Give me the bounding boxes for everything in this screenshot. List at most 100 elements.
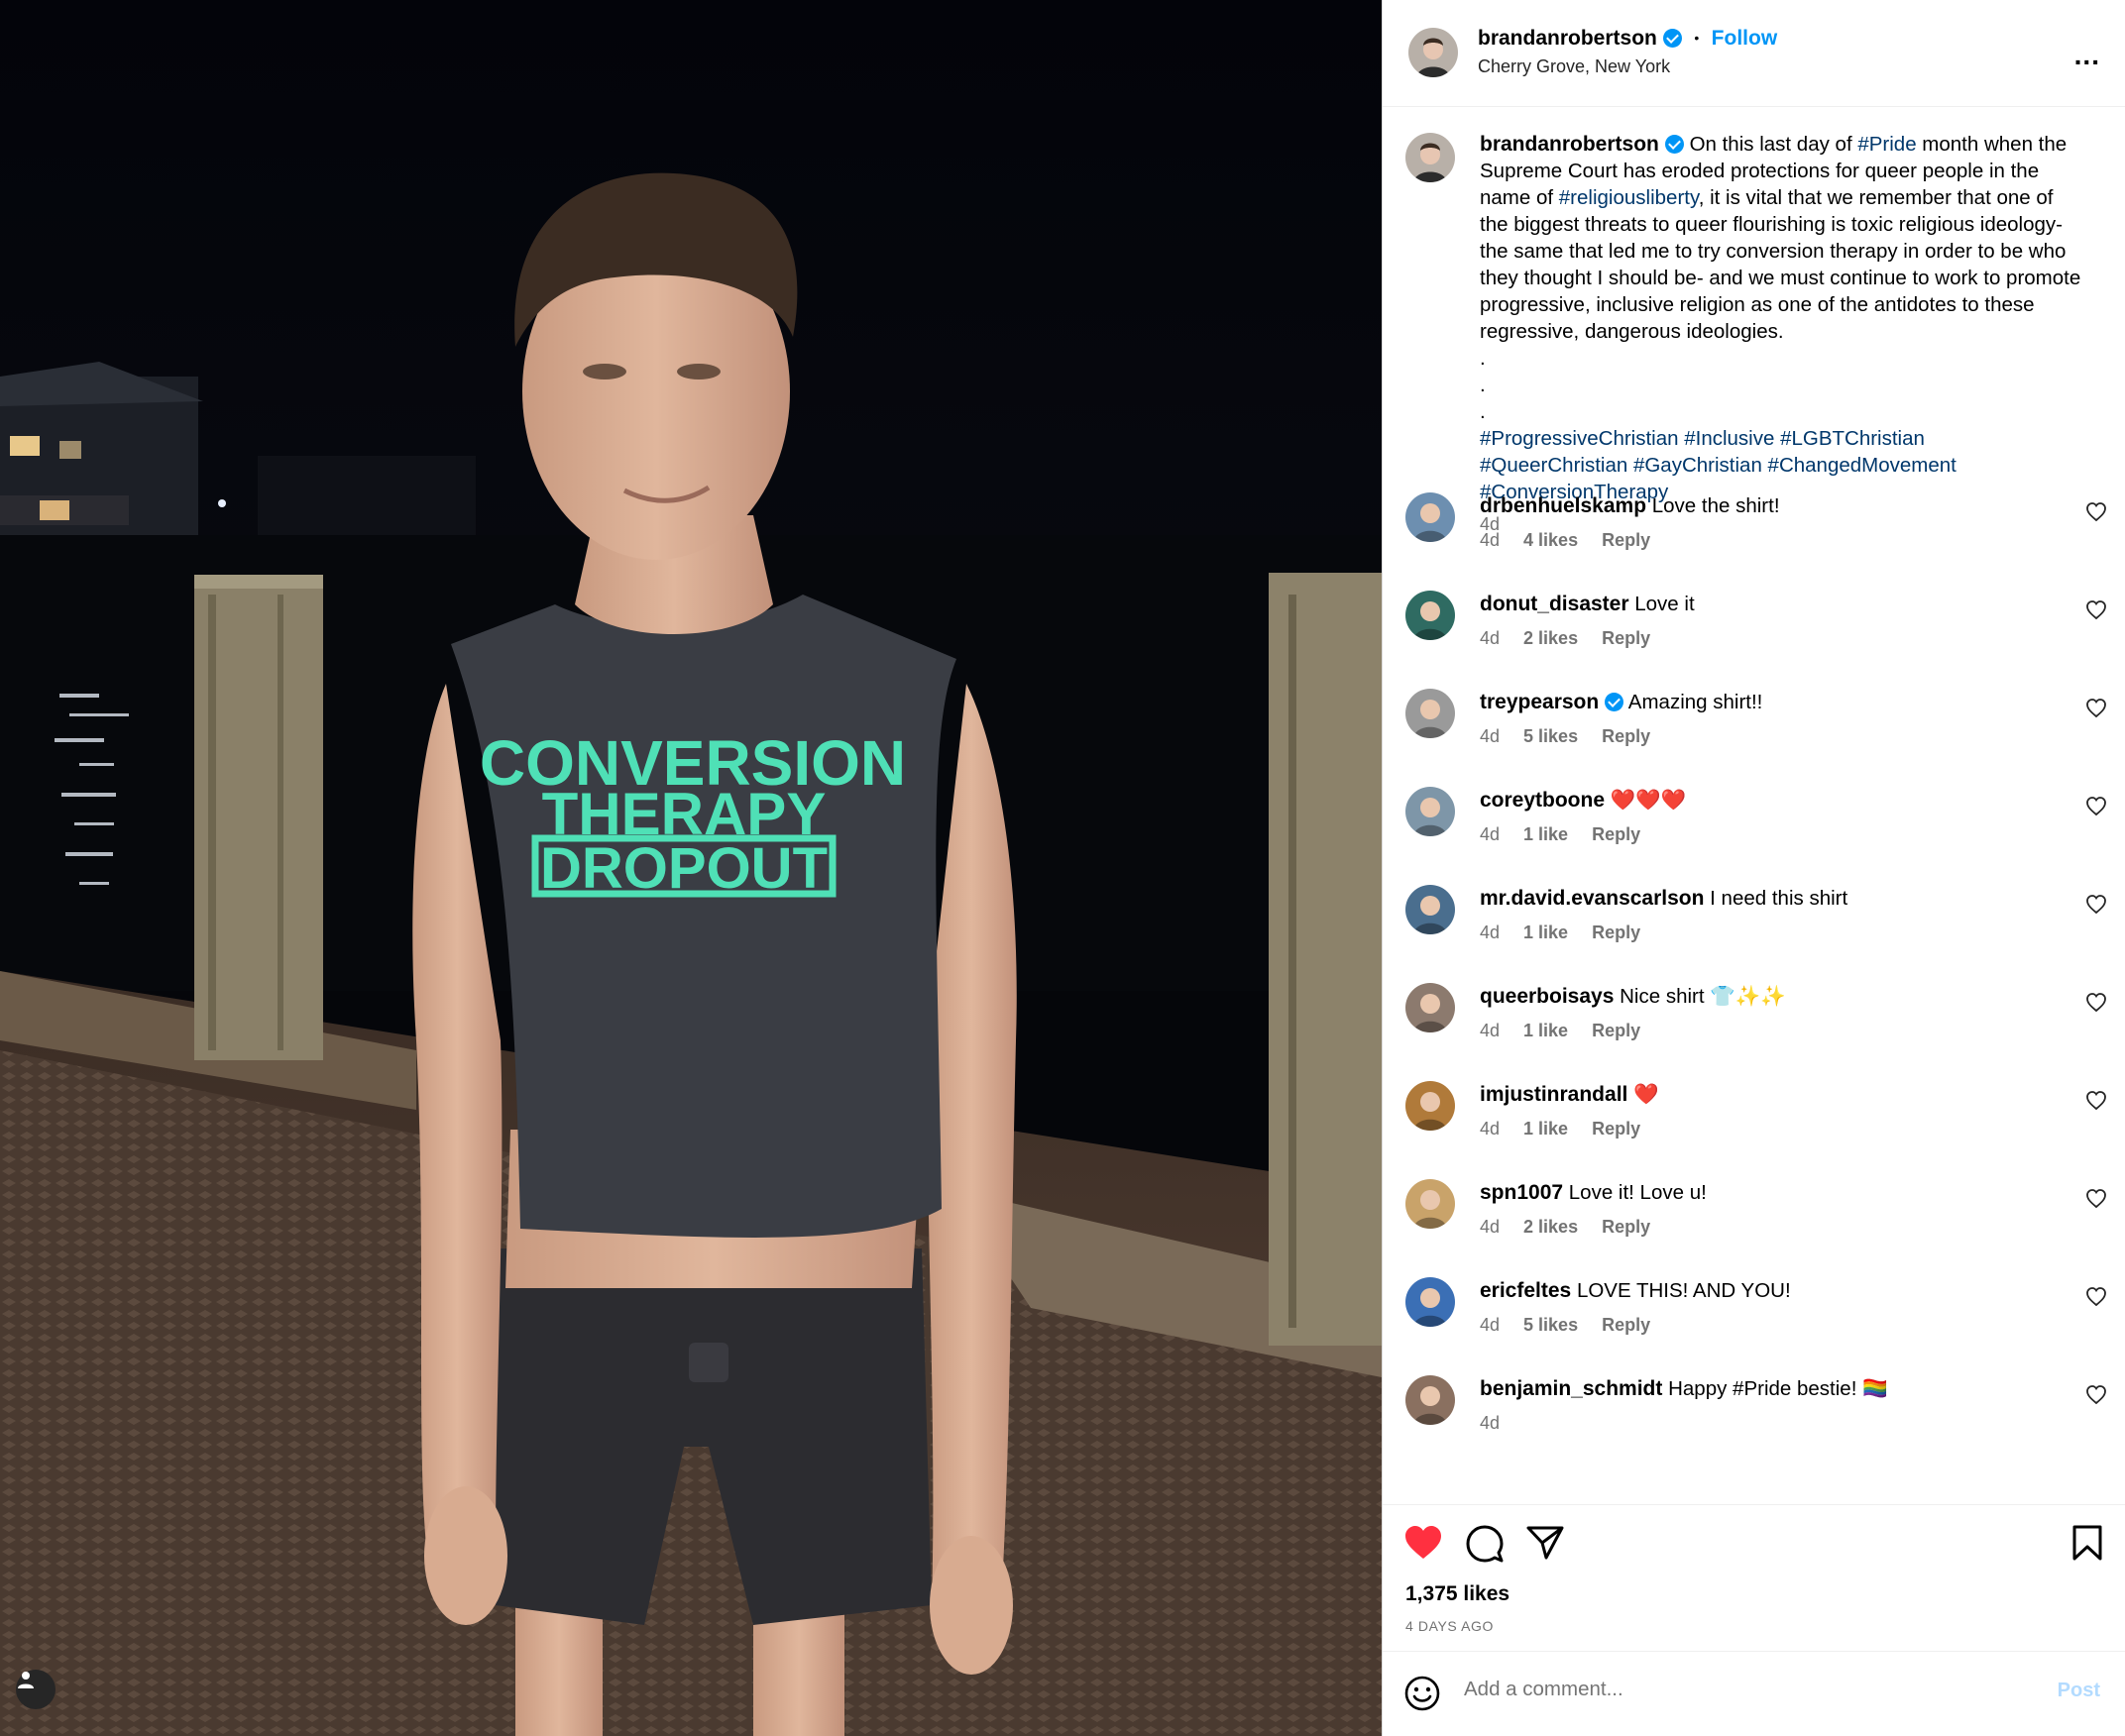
- comment-like-heart-icon[interactable]: [2086, 993, 2106, 1013]
- commenter-avatar[interactable]: [1405, 1081, 1455, 1131]
- caption-hashtags[interactable]: #QueerChristian #GayChristian #ChangedMo…: [1480, 452, 2084, 479]
- comment-likes[interactable]: 1 like: [1523, 1119, 1568, 1139]
- comment-likes[interactable]: 1 like: [1523, 824, 1568, 844]
- post-date[interactable]: 4 DAYS AGO: [1405, 1618, 1494, 1634]
- reply-button[interactable]: Reply: [1602, 726, 1650, 746]
- verified-badge-icon: [1664, 135, 1684, 154]
- heart-icon[interactable]: [1404, 1525, 1442, 1561]
- reply-button[interactable]: Reply: [1592, 922, 1640, 942]
- comment-like-heart-icon[interactable]: [2086, 699, 2106, 718]
- user-tag-button[interactable]: [16, 1670, 56, 1709]
- comment-like-heart-icon[interactable]: [2086, 600, 2106, 620]
- comment-time[interactable]: 4d: [1480, 726, 1500, 746]
- commenter-avatar[interactable]: [1405, 885, 1455, 934]
- comment-body: Love it! Love u!: [1568, 1181, 1707, 1204]
- reply-button[interactable]: Reply: [1602, 628, 1650, 648]
- share-icon[interactable]: [1526, 1525, 1564, 1561]
- reply-button[interactable]: Reply: [1602, 1315, 1650, 1335]
- commenter-avatar[interactable]: [1405, 983, 1455, 1032]
- post-location[interactable]: Cherry Grove, New York: [1478, 56, 1670, 77]
- comment-text: ericfeltes LOVE THIS! AND YOU!: [1480, 1279, 2065, 1303]
- commenter-username[interactable]: mr.david.evanscarlson: [1480, 887, 1704, 910]
- commenter-username[interactable]: benjamin_schmidt: [1480, 1377, 1662, 1400]
- comment-item: imjustinrandall ❤️ 4d 1 like Reply: [1383, 1081, 2125, 1179]
- bookmark-icon[interactable]: [2072, 1525, 2102, 1561]
- comment-like-heart-icon[interactable]: [2086, 1385, 2106, 1405]
- comment-time[interactable]: 4d: [1480, 1217, 1500, 1237]
- comment-time[interactable]: 4d: [1480, 628, 1500, 648]
- reply-button[interactable]: Reply: [1592, 1119, 1640, 1139]
- follow-button[interactable]: Follow: [1712, 27, 1778, 50]
- comment-time[interactable]: 4d: [1480, 824, 1500, 844]
- hashtag-link[interactable]: #Pride: [1857, 133, 1916, 156]
- comment-time[interactable]: 4d: [1480, 1021, 1500, 1040]
- comment-like-heart-icon[interactable]: [2086, 1287, 2106, 1307]
- reply-button[interactable]: Reply: [1602, 530, 1650, 550]
- commenter-username[interactable]: spn1007: [1480, 1181, 1563, 1204]
- likes-count[interactable]: 1,375 likes: [1405, 1582, 1510, 1606]
- comment-item: benjamin_schmidt Happy #Pride bestie! 🏳️…: [1383, 1375, 2125, 1473]
- commenter-avatar[interactable]: [1405, 492, 1455, 542]
- commenter-avatar[interactable]: [1405, 787, 1455, 836]
- comment-likes[interactable]: 1 like: [1523, 922, 1568, 942]
- comment-like-heart-icon[interactable]: [2086, 895, 2106, 915]
- commenter-avatar[interactable]: [1405, 1375, 1455, 1425]
- post-header: brandanrobertson • Follow Cherry Grove, …: [1383, 0, 2125, 107]
- commenter-username[interactable]: drbenhuelskamp: [1480, 494, 1646, 517]
- commenter-avatar[interactable]: [1405, 1179, 1455, 1229]
- comment-likes[interactable]: 2 likes: [1523, 628, 1578, 648]
- post-photo[interactable]: CONVERSION THERAPY DROPOUT: [0, 0, 1382, 1736]
- reply-button[interactable]: Reply: [1592, 1021, 1640, 1040]
- comment-time[interactable]: 4d: [1480, 922, 1500, 942]
- commenter-username[interactable]: queerboisays: [1480, 985, 1614, 1008]
- add-comment-bar: Post: [1383, 1651, 2125, 1736]
- reply-button[interactable]: Reply: [1592, 824, 1640, 844]
- comment-text: benjamin_schmidt Happy #Pride bestie! 🏳️…: [1480, 1377, 2065, 1401]
- emoji-icon[interactable]: [1404, 1676, 1440, 1711]
- comment-time[interactable]: 4d: [1480, 1413, 1500, 1433]
- comment-text: imjustinrandall ❤️: [1480, 1083, 2065, 1107]
- author-avatar[interactable]: [1408, 28, 1458, 77]
- comment-like-heart-icon[interactable]: [2086, 1091, 2106, 1111]
- post-comment-button[interactable]: Post: [2058, 1680, 2100, 1702]
- commenter-username[interactable]: treypearson: [1480, 691, 1599, 713]
- comment-meta: 4d 4 likes Reply: [1480, 530, 1674, 551]
- comment-likes[interactable]: 2 likes: [1523, 1217, 1578, 1237]
- comment-like-heart-icon[interactable]: [2086, 502, 2106, 522]
- comment-time[interactable]: 4d: [1480, 1315, 1500, 1335]
- comment-likes[interactable]: 5 likes: [1523, 1315, 1578, 1335]
- author-username[interactable]: brandanrobertson: [1478, 27, 1657, 50]
- comment-likes[interactable]: 1 like: [1523, 1021, 1568, 1040]
- commenter-username[interactable]: ericfeltes: [1480, 1279, 1571, 1302]
- commenter-avatar[interactable]: [1405, 1277, 1455, 1327]
- comment-meta: 4d 5 likes Reply: [1480, 726, 1674, 747]
- comment-text: treypearson Amazing shirt!!: [1480, 691, 2065, 714]
- hashtag-link[interactable]: #religiousliberty: [1559, 186, 1699, 209]
- commenter-username[interactable]: donut_disaster: [1480, 593, 1629, 615]
- reply-button[interactable]: Reply: [1602, 1217, 1650, 1237]
- caption-avatar[interactable]: [1405, 133, 1455, 182]
- comment-time[interactable]: 4d: [1480, 530, 1500, 550]
- commenter-username[interactable]: coreytboone: [1480, 789, 1605, 812]
- comments-scroll-area[interactable]: brandanrobertson On this last day of #Pr…: [1383, 107, 2125, 1504]
- comment-icon[interactable]: [1466, 1525, 1504, 1563]
- comment-body: I need this shirt: [1710, 887, 1848, 910]
- comment-time[interactable]: 4d: [1480, 1119, 1500, 1139]
- comment-meta: 4d: [1480, 1413, 1523, 1434]
- more-options-icon[interactable]: ...: [2074, 40, 2100, 71]
- comment-input[interactable]: [1464, 1678, 1979, 1701]
- commenter-username[interactable]: imjustinrandall: [1480, 1083, 1627, 1106]
- comment-text: spn1007 Love it! Love u!: [1480, 1181, 2065, 1205]
- caption-hashtags[interactable]: #ProgressiveChristian #Inclusive #LGBTCh…: [1480, 425, 2084, 452]
- comment-like-heart-icon[interactable]: [2086, 1189, 2106, 1209]
- caption-text-1: On this last day of: [1689, 133, 1858, 156]
- caption-username[interactable]: brandanrobertson: [1480, 133, 1659, 156]
- comment-like-heart-icon[interactable]: [2086, 797, 2106, 816]
- piling-right: [1269, 573, 1382, 1346]
- commenter-avatar[interactable]: [1405, 591, 1455, 640]
- commenter-avatar[interactable]: [1405, 689, 1455, 738]
- comment-text: mr.david.evanscarlson I need this shirt: [1480, 887, 2065, 911]
- caption-dot: .: [1480, 400, 1486, 423]
- comment-likes[interactable]: 4 likes: [1523, 530, 1578, 550]
- comment-likes[interactable]: 5 likes: [1523, 726, 1578, 746]
